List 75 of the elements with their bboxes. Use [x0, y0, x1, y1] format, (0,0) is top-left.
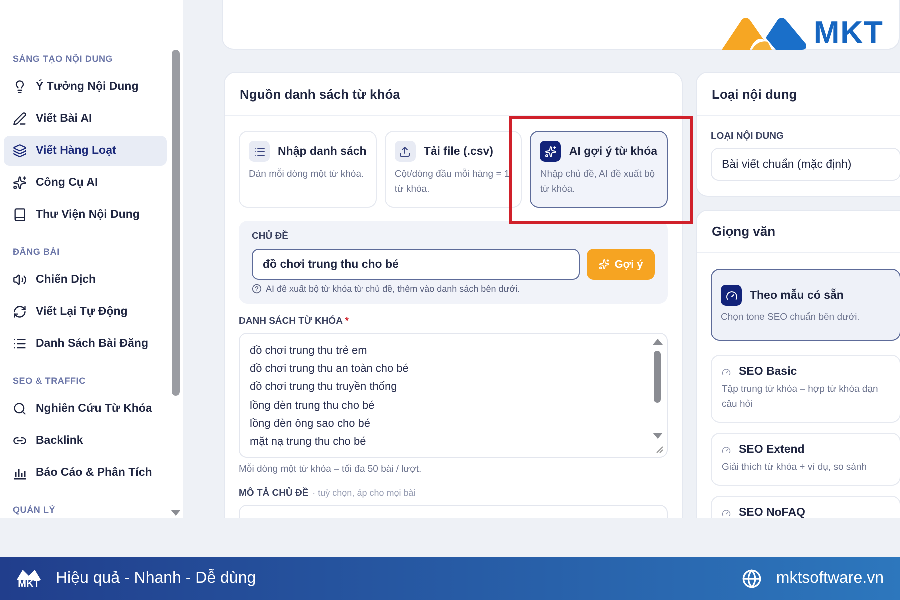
- book-icon: [13, 208, 27, 222]
- section-title: SÁNG TẠO NỘI DUNG: [12, 54, 114, 64]
- source-option[interactable]: Tải file (.csv) Cột/dòng đầu mỗi hàng = 1 từ khóa.: [384, 131, 522, 208]
- sidebar-item[interactable]: Ý Tưởng Nội Dung: [4, 72, 167, 102]
- option-title: Nhập danh sách: [278, 146, 367, 158]
- content-type-select[interactable]: Bài viết chuẩn (mặc định): [711, 148, 900, 181]
- list-icon: [249, 141, 270, 162]
- sparkles-icon: [540, 141, 562, 162]
- option-description: Nhập chủ đề, AI đề xuất bộ từ khóa.: [540, 168, 656, 197]
- upload-icon: [394, 141, 416, 162]
- sidebar-item[interactable]: Viết Lại Tự Động: [4, 297, 167, 327]
- logo-text: MKT: [814, 15, 884, 51]
- refresh-icon: [13, 305, 27, 319]
- sidebar-item[interactable]: Backlink: [4, 426, 167, 456]
- sidebar-item[interactable]: Nghiên Cứu Từ Khóa: [4, 394, 167, 424]
- help-icon: [252, 284, 262, 294]
- sparkles-icon: [598, 259, 610, 270]
- source-option[interactable]: AI gợi ý từ khóa Nhập chủ đề, AI đề xuất bộ từ khóa.: [530, 131, 668, 208]
- sidebar-item[interactable]: Danh Sách Bài Đăng: [4, 329, 167, 359]
- field-label: CHỦ ĐỀ: [252, 231, 290, 242]
- logo-mark-icon: [16, 568, 42, 580]
- option-description: Chọn tone SEO chuẩn bên dưới.: [721, 311, 861, 325]
- layers-icon: [13, 144, 27, 158]
- field-label: LOẠI NỘI DUNG: [711, 131, 785, 142]
- option-description: Dán mỗi dòng một từ khóa.: [249, 168, 366, 182]
- globe-icon: [742, 568, 762, 588]
- hint-text: AI đề xuất bộ từ khóa từ chủ đề, thêm vào danh sách bên dưới.: [266, 284, 520, 294]
- search-icon: [13, 402, 27, 416]
- option-title: SEO Basic: [739, 366, 798, 378]
- logo-text: MKT: [18, 580, 40, 590]
- tone-option[interactable]: Theo mẫu có sẵn Chọn tone SEO chuẩn bên dưới.: [711, 269, 900, 341]
- optional-note: · tuỳ chọn, áp cho mọi bài: [312, 488, 416, 498]
- sparkles-icon: [13, 176, 27, 190]
- sidebar-item[interactable]: Thư Viện Nội Dung: [4, 200, 167, 230]
- gauge-icon: [722, 508, 731, 518]
- topic-field[interactable]: đồ chơi trung thu cho bé: [252, 249, 580, 280]
- card-title: Nguồn danh sách từ khóa: [240, 86, 400, 102]
- keyword-list-field[interactable]: đồ chơi trung thu trẻ em đồ chơi trung thu an toàn cho bé đồ chơi trung thu truyền thống lồng đèn trung thu cho bé lồng đèn ông sao cho bé mặt nạ trung thu cho bé: [239, 333, 668, 458]
- tagline: Hiệu quả - Nhanh - Dễ dùng: [56, 570, 258, 588]
- tone-option[interactable]: SEO NoFAQ: [711, 496, 900, 518]
- field-label: MÔ TẢ CHỦ ĐỀ: [239, 488, 309, 499]
- option-title: SEO NoFAQ: [739, 507, 806, 518]
- section-title: SEO & TRAFFIC: [12, 376, 87, 386]
- sidebar-item[interactable]: Viết Bài AI: [4, 104, 167, 134]
- option-title: SEO Extend: [739, 444, 805, 456]
- option-title: AI gợi ý từ khóa: [569, 146, 658, 158]
- bar-chart-icon: [13, 466, 27, 480]
- sidebar-item[interactable]: Chiến Dịch: [4, 265, 167, 295]
- option-title: Theo mẫu có sẵn: [750, 290, 844, 302]
- card-title: Giọng văn: [712, 224, 776, 239]
- lightbulb-icon: [13, 80, 27, 94]
- option-description: Tập trung từ khóa – hợp từ khóa dạn câu hỏi: [722, 383, 880, 412]
- tone-option[interactable]: SEO Basic Tập trung từ khóa – hợp từ khóa dạn câu hỏi: [711, 355, 900, 423]
- website-link[interactable]: mktsoftware.vn: [776, 570, 884, 588]
- source-option[interactable]: Nhập danh sách Dán mỗi dòng một từ khóa.: [239, 131, 377, 208]
- scrollbar[interactable]: [653, 339, 663, 439]
- field-label: DANH SÁCH TỪ KHÓA *: [239, 316, 350, 327]
- resize-grip-icon[interactable]: [656, 446, 664, 454]
- option-description: Cột/dòng đầu mỗi hàng = 1 từ khóa.: [394, 168, 511, 197]
- section-title: ĐĂNG BÀI: [12, 247, 61, 257]
- sidebar-item[interactable]: Viết Hàng Loạt: [4, 136, 167, 166]
- sidebar-item[interactable]: Báo Cáo & Phân Tích: [4, 458, 167, 488]
- gauge-icon: [722, 368, 731, 376]
- gauge-icon: [722, 446, 731, 454]
- gauge-icon: [721, 285, 742, 306]
- list-icon: [13, 337, 27, 351]
- sidebar-item[interactable]: Công Cụ AI: [4, 168, 167, 198]
- option-description: Giải thích từ khóa + ví dụ, so sánh: [722, 461, 868, 475]
- option-title: Tải file (.csv): [424, 146, 494, 158]
- section-title: QUẢN LÝ: [12, 505, 57, 515]
- speaker-icon: [13, 273, 27, 287]
- hint-text: Mỗi dòng một từ khóa – tối đa 50 bài / lượt.: [239, 464, 423, 475]
- pen-icon: [13, 112, 27, 126]
- tone-option[interactable]: SEO Extend Giải thích từ khóa + ví dụ, so sánh: [711, 433, 900, 486]
- card-title: Loại nội dung: [712, 86, 798, 102]
